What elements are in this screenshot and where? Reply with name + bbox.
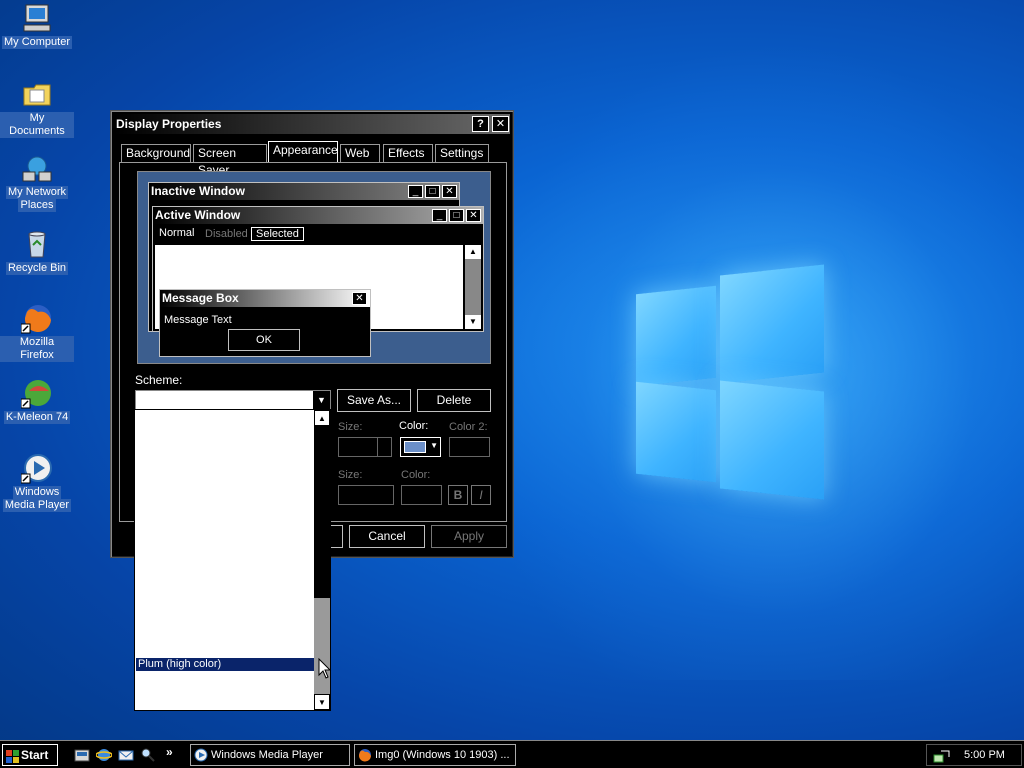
window-titlebar[interactable]: Display Properties ? ✕	[114, 114, 510, 134]
task-label: Windows Media Player	[211, 749, 323, 761]
appearance-preview: Inactive Window _ □ ✕ Active Window _ □ …	[137, 171, 491, 364]
tab-background[interactable]: Background	[121, 144, 191, 163]
desktop-icon-label-line2: Places	[18, 199, 56, 212]
folder-icon	[21, 78, 53, 110]
desktop-icon-label-line2: Media Player	[2, 499, 72, 512]
desktop-icon-label: My Computer	[1, 36, 73, 49]
font-color-picker	[401, 485, 442, 505]
close-icon: ✕	[352, 292, 367, 305]
font-size-select	[338, 485, 394, 505]
window-title: Display Properties	[116, 117, 222, 131]
desktop-icon-my-documents[interactable]: My Documents	[0, 78, 74, 138]
maximize-icon: □	[449, 209, 464, 222]
apply-button: Apply	[431, 525, 507, 548]
show-desktop-icon[interactable]	[74, 747, 90, 766]
firefox-icon	[358, 748, 372, 768]
minimize-icon: _	[432, 209, 447, 222]
color-picker-1[interactable]: ▼	[400, 437, 441, 457]
tab-screen-saver[interactable]: Screen Saver	[193, 144, 267, 177]
delete-button[interactable]: Delete	[417, 389, 491, 412]
save-as-button[interactable]: Save As...	[337, 389, 411, 412]
start-label: Start	[21, 748, 49, 762]
mouse-cursor-icon	[318, 657, 332, 683]
tab-effects[interactable]: Effects	[383, 144, 433, 163]
menu-disabled: Disabled	[205, 228, 248, 240]
recycle-bin-icon	[21, 228, 53, 260]
taskbar: Start » Windows Media Player Img0 (Windo…	[0, 740, 1024, 768]
task-windows-media-player[interactable]: Windows Media Player	[190, 744, 350, 766]
color2-label: Color 2:	[449, 421, 488, 433]
color-picker-2	[449, 437, 490, 457]
menu-normal: Normal	[159, 227, 195, 239]
windows-flag-icon	[6, 749, 19, 768]
preview-scrollbar: ▲ ▼	[465, 245, 481, 329]
media-player-icon	[20, 452, 53, 484]
search-icon[interactable]	[140, 747, 156, 766]
clock[interactable]: 5:00 PM	[964, 745, 1005, 765]
close-icon: ✕	[442, 185, 457, 198]
chevron-down-icon: ▼	[430, 441, 438, 450]
desktop-icon-mozilla-firefox[interactable]: Mozilla Firefox	[0, 302, 74, 362]
task-label: Img0 (Windows 10 1903) ...	[375, 749, 510, 761]
desktop-icon-label: Mozilla Firefox	[0, 336, 74, 362]
desktop-icon-label: My Network	[5, 186, 69, 199]
windows-logo	[636, 264, 824, 500]
cancel-button[interactable]: Cancel	[349, 525, 425, 548]
quick-launch: »	[72, 745, 173, 766]
close-icon: ✕	[466, 209, 481, 222]
italic-button: I	[471, 485, 491, 505]
start-button[interactable]: Start	[2, 744, 58, 766]
desktop-icon-my-computer[interactable]: My Computer	[0, 2, 74, 49]
media-player-icon	[194, 748, 208, 768]
size-label-1: Size:	[338, 421, 363, 433]
message-text: Message Text	[164, 314, 232, 326]
spinner-arrows-icon	[377, 438, 391, 456]
desktop-icon-label: K-Meleon 74	[3, 411, 71, 424]
outlook-express-icon[interactable]	[118, 747, 134, 766]
tab-settings[interactable]: Settings	[435, 144, 489, 163]
size-label-2: Size:	[338, 469, 363, 481]
menu-selected: Selected	[251, 227, 304, 241]
desktop-icon-my-network-places[interactable]: My Network Places	[0, 152, 74, 212]
desktop-icon-label: My Documents	[0, 112, 74, 138]
color-label-2: Color:	[401, 469, 431, 481]
message-box-preview: Message Box ✕ Message Text OK	[159, 289, 371, 357]
desktop-icon-recycle-bin[interactable]: Recycle Bin	[0, 228, 74, 275]
internet-explorer-icon[interactable]	[95, 747, 113, 766]
kmeleon-icon	[20, 377, 53, 409]
help-button[interactable]: ?	[472, 116, 489, 132]
list-item-selected[interactable]: Plum (high color)	[136, 658, 314, 671]
message-ok-button: OK	[228, 329, 300, 351]
desktop-icon-windows-media-player[interactable]: Windows Media Player	[0, 452, 74, 512]
scheme-label: Scheme:	[135, 373, 183, 387]
desktop-icon-label: Recycle Bin	[5, 262, 69, 275]
network-icon	[21, 152, 53, 184]
tab-web[interactable]: Web	[340, 144, 380, 163]
scroll-down-icon: ▼	[465, 315, 481, 329]
scroll-up-icon: ▲	[465, 245, 481, 259]
bold-button: B	[448, 485, 468, 505]
network-status-icon[interactable]	[933, 748, 951, 768]
minimize-icon: _	[408, 185, 423, 198]
desktop-icon-label: Windows	[12, 486, 62, 499]
computer-icon	[21, 2, 53, 34]
close-button[interactable]: ✕	[492, 116, 509, 132]
color-label-1: Color:	[399, 420, 429, 432]
tab-appearance[interactable]: Appearance	[268, 141, 338, 163]
desktop-icon-k-meleon[interactable]: K-Meleon 74	[0, 377, 74, 424]
firefox-icon	[20, 302, 53, 334]
item-size-spinner	[338, 437, 392, 457]
message-box-title: Message Box	[160, 290, 370, 307]
scroll-up-icon[interactable]: ▲	[314, 410, 330, 426]
scheme-select[interactable]: ▼	[135, 390, 331, 411]
maximize-icon: □	[425, 185, 440, 198]
scheme-dropdown-list[interactable]: Plum (high color) ▲ ▼	[134, 409, 331, 711]
color-swatch	[404, 441, 426, 453]
task-img0[interactable]: Img0 (Windows 10 1903) ...	[354, 744, 516, 766]
chevron-right-icon[interactable]: »	[166, 745, 173, 759]
chevron-down-icon[interactable]: ▼	[313, 391, 330, 410]
scroll-down-icon[interactable]: ▼	[314, 694, 330, 710]
system-tray: 5:00 PM	[926, 744, 1022, 766]
